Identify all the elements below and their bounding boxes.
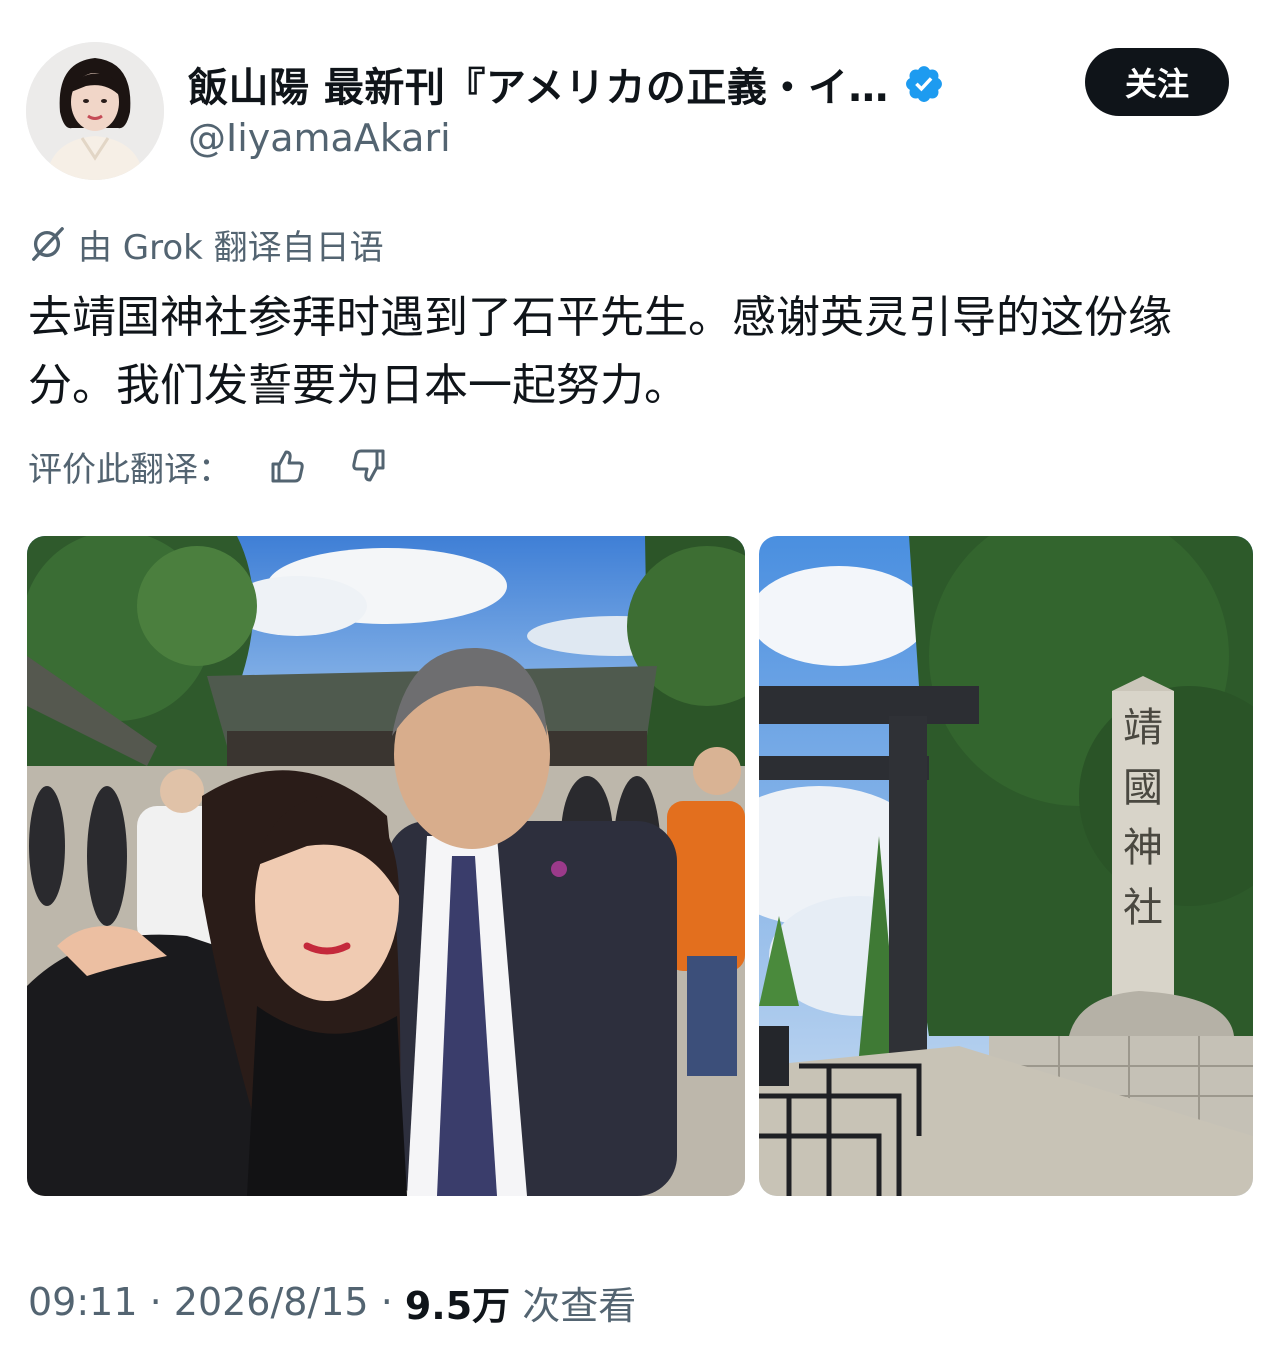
- author-name-row[interactable]: 飯山陽 最新刊『アメリカの正義・イ…: [188, 54, 945, 114]
- selfie-photo-image: [27, 536, 745, 1196]
- thumbs-down-button[interactable]: [346, 443, 392, 489]
- tweet-time[interactable]: 09:11: [28, 1280, 138, 1324]
- shrine-gate-photo-image: 靖 國 神 社: [759, 536, 1253, 1196]
- rate-translation-row: 评价此翻译：: [28, 443, 392, 490]
- verified-badge-icon: [906, 66, 942, 102]
- grok-icon: [32, 227, 64, 261]
- thumbs-down-icon: [352, 449, 385, 482]
- pillar-char-3: 神: [1123, 825, 1163, 871]
- avatar-image: [26, 42, 164, 180]
- pillar-char-1: 靖: [1123, 705, 1163, 751]
- follow-button[interactable]: 关注: [1085, 48, 1229, 116]
- rate-translation-label: 评价此翻译：: [28, 449, 232, 490]
- tweet-photo-1[interactable]: [27, 536, 745, 1196]
- pillar-char-4: 社: [1123, 885, 1163, 931]
- translation-note: 由 Grok 翻译自日语: [28, 222, 384, 268]
- tweet-meta: 09:11 · 2026/8/15 · 9.5万 次查看: [28, 1276, 636, 1328]
- meta-separator: ·: [137, 1280, 174, 1324]
- meta-separator: ·: [368, 1280, 405, 1324]
- pillar-char-2: 國: [1123, 765, 1163, 811]
- tweet-text: 去靖国神社参拜时遇到了石平先生。感谢英灵引导的这份缘分。我们发誓要为日本一起努力…: [28, 292, 1172, 411]
- author-display-name[interactable]: 飯山陽 最新刊『アメリカの正義・イ…: [188, 55, 889, 113]
- author-avatar[interactable]: [26, 42, 164, 180]
- author-handle[interactable]: @IiyamaAkari: [188, 116, 451, 160]
- translation-note-text: 由 Grok 翻译自日语: [78, 227, 384, 268]
- tweet-date[interactable]: 2026/8/15: [174, 1280, 369, 1324]
- view-count: 9.5万: [404, 1283, 511, 1328]
- tweet-photo-2[interactable]: 靖 國 神 社: [759, 536, 1253, 1196]
- view-count-label: 次查看: [510, 1283, 637, 1328]
- thumbs-up-button[interactable]: [264, 443, 310, 489]
- thumbs-up-icon: [271, 450, 304, 483]
